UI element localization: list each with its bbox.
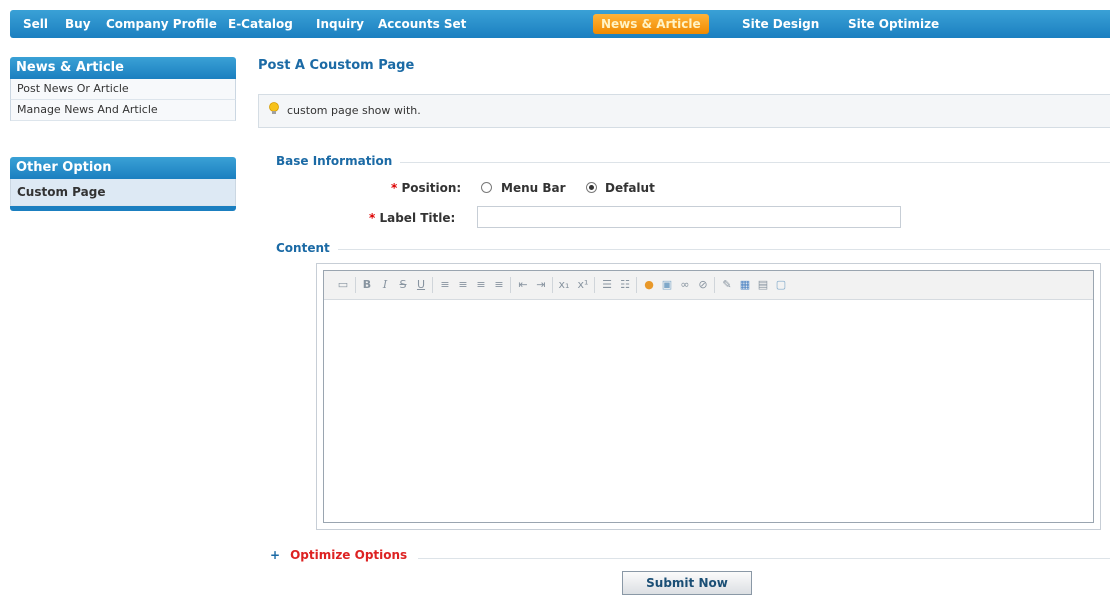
nav-accounts-set[interactable]: Accounts Set	[378, 10, 466, 38]
italic-icon[interactable]: I	[378, 278, 392, 292]
required-mark: *	[369, 211, 376, 225]
align-right-icon[interactable]: ≡	[474, 278, 488, 292]
link-icon[interactable]: ∞	[678, 278, 692, 292]
optimize-options-toggle[interactable]: + Optimize Options	[270, 548, 407, 562]
base-info-heading: Base Information	[276, 154, 401, 168]
tip-box: custom page show with.	[258, 94, 1110, 128]
align-left-icon[interactable]: ≡	[438, 278, 452, 292]
rich-text-editor: ▭ B I S U ≡ ≡ ≡ ≡ ⇤ ⇥ x₁ x¹ ☰ ☷ ● ▣ ∞ ⊘	[316, 263, 1101, 530]
nav-inquiry[interactable]: Inquiry	[316, 10, 364, 38]
sidebar-other-title: Other Option	[10, 157, 236, 179]
align-justify-icon[interactable]: ≡	[492, 278, 506, 292]
position-menu-bar-label[interactable]: Menu Bar	[501, 181, 566, 195]
align-center-icon[interactable]: ≡	[456, 278, 470, 292]
table-icon[interactable]: ▦	[738, 278, 752, 292]
subscript-icon[interactable]: x₁	[557, 278, 571, 292]
editor-toolbar: ▭ B I S U ≡ ≡ ≡ ≡ ⇤ ⇥ x₁ x¹ ☰ ☷ ● ▣ ∞ ⊘	[324, 271, 1093, 300]
nav-site-design[interactable]: Site Design	[742, 10, 819, 38]
indent-icon[interactable]: ⇥	[534, 278, 548, 292]
superscript-icon[interactable]: x¹	[576, 278, 590, 292]
nav-news-article[interactable]: News & Article	[593, 14, 709, 34]
content-heading: Content	[276, 241, 338, 255]
color-icon[interactable]: ●	[642, 278, 656, 292]
unordered-list-icon[interactable]: ☰	[600, 278, 614, 292]
image-icon[interactable]: ▣	[660, 278, 674, 292]
base-info-section: Base Information	[258, 154, 1110, 168]
expand-plus-icon: +	[270, 548, 281, 562]
content-section: Content	[258, 241, 1110, 255]
sidebar-item-custom-page[interactable]: Custom Page	[10, 179, 236, 206]
position-default-label[interactable]: Defalut	[605, 181, 655, 195]
top-nav: Sell Buy Company Profile E-Catalog Inqui…	[10, 10, 1110, 38]
nav-sell[interactable]: Sell	[23, 10, 48, 38]
underline-icon[interactable]: U	[414, 278, 428, 292]
label-title-label: * Label Title:	[369, 211, 456, 225]
nav-site-optimize[interactable]: Site Optimize	[848, 10, 939, 38]
lightbulb-icon	[269, 102, 279, 114]
page-title: Post A Coustom Page	[258, 58, 415, 73]
source-icon[interactable]: ▭	[336, 278, 350, 292]
required-mark: *	[391, 181, 398, 195]
fullscreen-icon[interactable]: ▢	[774, 278, 788, 292]
sidebar-other-box: Other Option Custom Page	[10, 157, 236, 211]
outdent-icon[interactable]: ⇤	[516, 278, 530, 292]
position-menu-bar-radio[interactable]	[481, 182, 492, 193]
trash-icon[interactable]: ▤	[756, 278, 770, 292]
sidebar-news-box: News & Article Post News Or Article Mana…	[10, 57, 236, 121]
label-title-input[interactable]	[477, 206, 901, 228]
sidebar-item-manage-news[interactable]: Manage News And Article	[10, 100, 236, 121]
position-label: * Position:	[391, 181, 462, 195]
nav-buy[interactable]: Buy	[65, 10, 91, 38]
nav-e-catalog[interactable]: E-Catalog	[228, 10, 293, 38]
tip-text: custom page show with.	[287, 104, 421, 117]
position-default-radio[interactable]	[586, 182, 597, 193]
strikethrough-icon[interactable]: S	[396, 278, 410, 292]
sidebar-footer	[10, 206, 236, 211]
bold-icon[interactable]: B	[360, 278, 374, 292]
nav-company-profile[interactable]: Company Profile	[106, 10, 217, 38]
ordered-list-icon[interactable]: ☷	[618, 278, 632, 292]
unlink-icon[interactable]: ⊘	[696, 278, 710, 292]
sidebar-item-post-news[interactable]: Post News Or Article	[10, 79, 236, 100]
sidebar-news-title: News & Article	[10, 57, 236, 79]
editor-content-area[interactable]	[324, 300, 1093, 522]
submit-button[interactable]: Submit Now	[622, 571, 752, 595]
spellcheck-icon[interactable]: ✎	[720, 278, 734, 292]
